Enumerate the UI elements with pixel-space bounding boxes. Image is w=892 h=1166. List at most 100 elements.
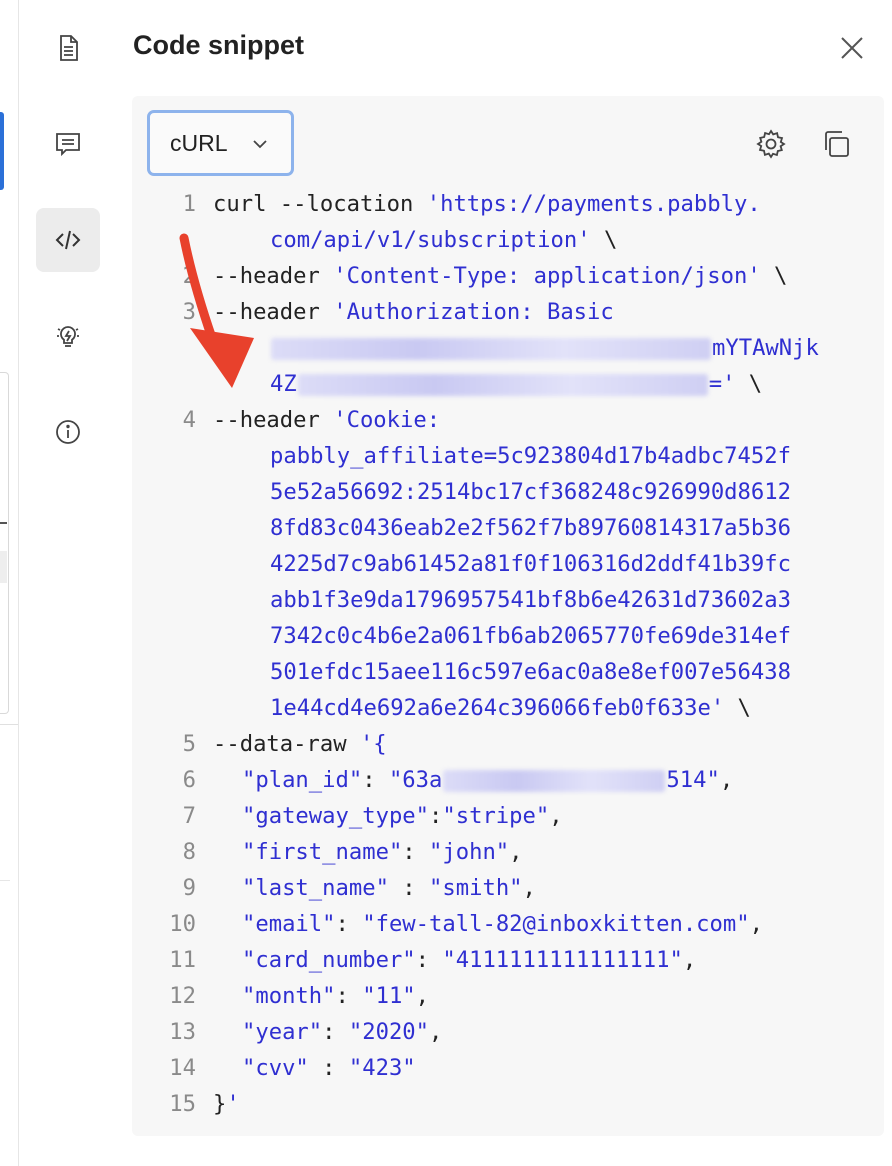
code-string: "63a (388, 767, 443, 793)
code-line: com/api/v1/subscription' \ (270, 222, 617, 258)
language-select[interactable]: cURL (147, 110, 294, 176)
code-text: , (522, 875, 536, 901)
adjacent-panel-edge (0, 0, 19, 1166)
close-button[interactable] (836, 32, 868, 64)
code-line: --data-raw '{ (213, 726, 387, 762)
code-string: 'https://payments.pabbly. (426, 191, 761, 217)
line-number: 8 (182, 839, 196, 865)
code-text: } (213, 1091, 227, 1117)
code-string: ' (226, 1091, 240, 1117)
code-line: 501efdc15aee116c597e6ac0a8e8ef007e56438 (270, 659, 791, 685)
code-line: --header 'Content-Type: application/json… (213, 258, 787, 294)
divider (0, 724, 18, 725)
line-number: 1 (182, 191, 196, 217)
code-string: =' (708, 371, 736, 397)
code-string: 'Cookie: (333, 407, 441, 433)
close-icon (841, 37, 863, 59)
code-text: : (308, 1055, 349, 1081)
code-string: "smith" (429, 875, 523, 901)
copy-icon (825, 131, 849, 157)
code-line: "email": "few-tall-82@inboxkitten.com", (242, 906, 763, 942)
code-text: : (388, 875, 430, 901)
copy-button[interactable] (818, 126, 854, 162)
settings-button[interactable] (753, 126, 789, 162)
code-line: 1e44cd4e692a6e264c396066feb0f633e' \ (270, 690, 751, 726)
code-string: "first_name" (242, 839, 403, 865)
code-string: 514" (666, 767, 720, 793)
line-number: 6 (182, 767, 196, 793)
code-string: "few-tall-82@inboxkitten.com" (362, 911, 750, 937)
lightbulb-icon (57, 326, 79, 347)
code-line: abb1f3e9da1796957541bf8b6e42631d73602a3 (270, 587, 791, 613)
code-string: "john" (429, 839, 510, 865)
line-number: 12 (169, 983, 196, 1009)
code-line: mYTAwNjk (270, 330, 819, 366)
code-text: : (429, 803, 443, 829)
code-text: , (719, 767, 734, 793)
code-text: : (335, 911, 363, 937)
code-string: "gateway_type" (242, 803, 430, 829)
code-text: \ (590, 227, 618, 253)
code-line: "year": "2020", (242, 1014, 442, 1050)
code-line: "cvv" : "423" (242, 1050, 416, 1086)
code-text: curl --location (213, 191, 427, 217)
rail-code-button[interactable] (36, 208, 100, 272)
divider (18, 0, 19, 1166)
line-number: 4 (182, 407, 196, 433)
code-line: 5e52a56692:2514bc17cf368248c926990d8612 (270, 479, 791, 505)
code-string: 'Authorization: Basic (333, 299, 614, 325)
code-string: "card_number" (242, 947, 416, 973)
code-string: "423" (348, 1055, 416, 1081)
line-number: 14 (169, 1055, 196, 1081)
code-text: : (335, 983, 363, 1009)
code-line: curl --location 'https://payments.pabbly… (213, 186, 761, 222)
gear-icon (756, 129, 786, 159)
adjacent-mark (0, 522, 7, 524)
code-line: --header 'Authorization: Basic (213, 294, 614, 330)
code-text: \ (760, 263, 788, 289)
code-icon (55, 230, 81, 250)
rail-info-button[interactable] (36, 400, 100, 464)
code-string: "2020" (348, 1019, 430, 1045)
line-number: 13 (169, 1019, 196, 1045)
code-text: , (549, 803, 563, 829)
code-line: "plan_id": "63a 514", (242, 762, 733, 798)
code-text: , (682, 947, 697, 973)
code-line: pabbly_affiliate=5c923804d17b4adbc7452f (270, 443, 791, 469)
annotation-arrow-icon (179, 233, 254, 388)
rail-docs-button[interactable] (36, 16, 100, 80)
code-line: 7342c0c4b6e2a061fb6ab2065770fe69de314ef (270, 623, 791, 649)
code-line: "card_number": "4111111111111111", (242, 942, 696, 978)
code-line: 8fd83c0436eab2e2f562f7b89760814317a5b36 (270, 515, 791, 541)
line-number: 9 (182, 875, 196, 901)
code-string: mYTAwNjk (712, 335, 819, 361)
code-text: \ (724, 695, 751, 721)
code-text: , (429, 1019, 443, 1045)
code-line: "last_name" : "smith", (242, 870, 536, 906)
page-title: Code snippet (133, 30, 305, 60)
code-line: "first_name": "john", (242, 834, 523, 870)
rail-tips-button[interactable] (36, 304, 100, 368)
adjacent-field (0, 551, 7, 583)
code-string: "plan_id" (242, 767, 363, 793)
code-string: "stripe" (442, 803, 550, 829)
code-string: com/api/v1/subscription' (270, 227, 591, 253)
code-text: : (402, 839, 430, 865)
code-string: "month" (242, 983, 336, 1009)
adjacent-box (0, 372, 9, 714)
code-text: , (415, 983, 430, 1009)
comment-icon (56, 133, 80, 157)
code-string: 'Content-Type: application/json' (333, 263, 761, 289)
line-number: 15 (169, 1091, 196, 1117)
code-string: "email" (242, 911, 336, 937)
code-text: --data-raw (213, 731, 360, 757)
line-number: 11 (169, 947, 196, 973)
code-text: , (749, 911, 763, 937)
chevron-down-icon (253, 140, 267, 149)
code-line: "gateway_type":"stripe", (242, 798, 563, 834)
line-number: 10 (169, 911, 196, 937)
code-line: --header 'Cookie: (213, 402, 440, 438)
code-string: 1e44cd4e692a6e264c396066feb0f633e' (270, 695, 725, 721)
rail-comments-button[interactable] (36, 112, 100, 176)
code-text: : (322, 1019, 349, 1045)
